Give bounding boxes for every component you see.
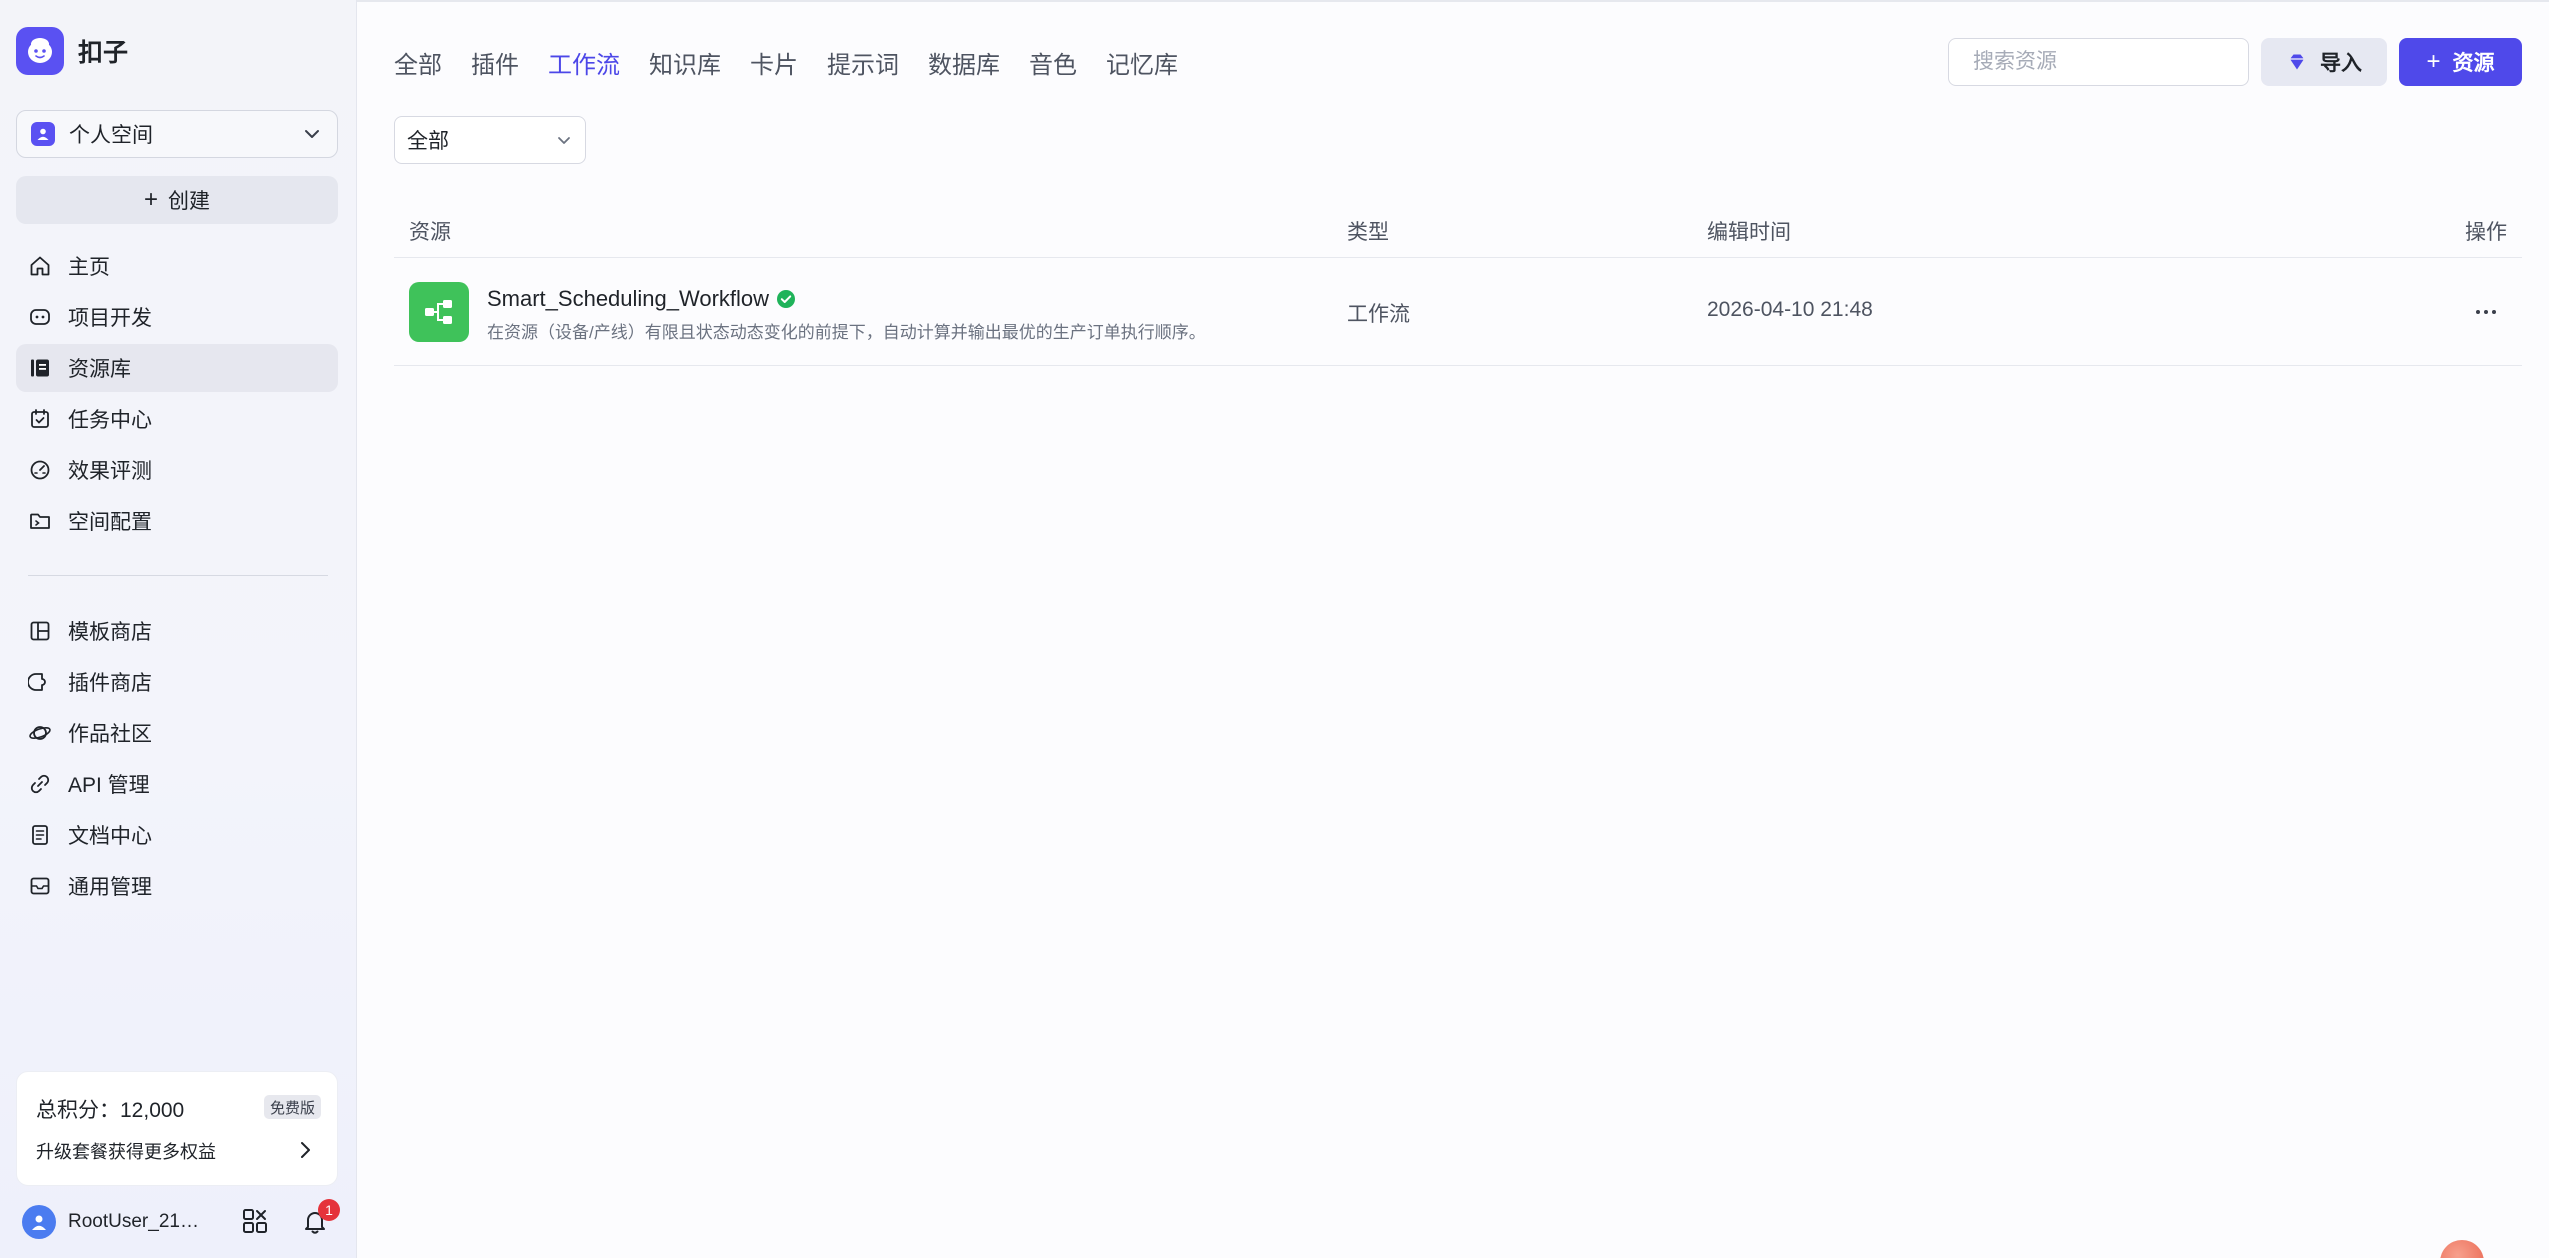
- brand[interactable]: 扣子: [16, 26, 128, 76]
- column-header-edited: 编辑时间: [1707, 221, 1791, 244]
- sidebar-item-label: 作品社区: [68, 723, 152, 746]
- space-label: 个人空间: [69, 124, 153, 147]
- search-input[interactable]: [1973, 50, 2244, 74]
- type-filter-select[interactable]: 全部: [394, 116, 586, 164]
- nav-divider: [28, 575, 328, 576]
- sidebar-item-label: 通用管理: [68, 876, 152, 899]
- sidebar-item-docs[interactable]: 文档中心: [16, 811, 338, 859]
- chevron-down-icon: [558, 137, 570, 144]
- sidebar-item-label: 主页: [68, 256, 110, 279]
- nav-primary: 主页 项目开发 资源库 任务中心 效果评测 空间配置: [16, 242, 338, 548]
- plan-badge: 免费版: [263, 1095, 321, 1119]
- tab-workflows[interactable]: 工作流: [548, 45, 620, 80]
- sidebar-item-api[interactable]: API 管理: [16, 760, 338, 808]
- person-icon: [31, 122, 55, 146]
- coze-logo-icon: [16, 27, 64, 75]
- nav-secondary: 模板商店 插件商店 作品社区 API 管理 文档中心 通用管理: [16, 607, 338, 913]
- doc-icon: [32, 825, 48, 845]
- plus-icon: +: [2426, 48, 2441, 75]
- sidebar-item-projects[interactable]: 项目开发: [16, 293, 338, 341]
- resource-type: 工作流: [1347, 303, 1410, 326]
- library-icon: [31, 359, 49, 377]
- create-button[interactable]: + 创建: [16, 176, 338, 224]
- sidebar-item-community[interactable]: 作品社区: [16, 709, 338, 757]
- credits-card: 总积分：12,000 免费版 升级套餐获得更多权益: [16, 1071, 338, 1186]
- gauge-icon: [30, 460, 50, 480]
- sidebar-item-home[interactable]: 主页: [16, 242, 338, 290]
- plugin-icon: [28, 673, 46, 691]
- resource-description: 在资源（设备/产线）有限且状态动态变化的前提下，自动计算并输出最优的生产订单执行…: [487, 323, 1206, 342]
- tab-plugins[interactable]: 插件: [471, 45, 519, 80]
- link-icon: [30, 774, 50, 794]
- user-bar: RootUser_2108... 1: [22, 1199, 342, 1240]
- search-box: [1948, 38, 2249, 86]
- sidebar-item-label: 效果评测: [68, 460, 152, 483]
- tab-memory[interactable]: 记忆库: [1106, 45, 1178, 80]
- filter-value: 全部: [407, 130, 449, 153]
- sidebar-item-label: 资源库: [68, 358, 131, 381]
- sidebar-item-space-config[interactable]: 空间配置: [16, 497, 338, 545]
- sidebar-item-label: 空间配置: [68, 511, 152, 534]
- tab-prompts[interactable]: 提示词: [827, 45, 899, 80]
- add-resource-button[interactable]: + 资源: [2399, 38, 2522, 86]
- verified-check-icon: [777, 290, 796, 308]
- tab-all[interactable]: 全部: [394, 45, 442, 80]
- sidebar-item-label: 插件商店: [68, 672, 152, 695]
- upgrade-link[interactable]: 升级套餐获得更多权益: [36, 1138, 216, 1164]
- sidebar-item-label: 项目开发: [68, 307, 152, 330]
- sidebar-item-label: 模板商店: [68, 621, 152, 644]
- apps-icon[interactable]: [240, 1206, 270, 1236]
- sidebar-item-plugin-store[interactable]: 插件商店: [16, 658, 338, 706]
- planet-icon: [29, 726, 51, 740]
- more-actions-icon[interactable]: [2472, 298, 2500, 326]
- avatar[interactable]: [22, 1205, 56, 1239]
- plus-icon: +: [143, 186, 158, 213]
- template-icon: [30, 621, 50, 641]
- sidebar-item-library[interactable]: 资源库: [16, 344, 338, 392]
- sidebar-item-evaluation[interactable]: 效果评测: [16, 446, 338, 494]
- resource-tabs: 全部 插件 工作流 知识库 卡片 提示词 数据库 音色 记忆库: [394, 44, 1207, 80]
- sidebar-item-tasks[interactable]: 任务中心: [16, 395, 338, 443]
- folder-config-icon: [30, 513, 50, 529]
- column-header-actions: 操作: [2465, 221, 2507, 244]
- tab-voices[interactable]: 音色: [1029, 45, 1077, 80]
- resource-name[interactable]: Smart_Scheduling_Workflow: [487, 286, 769, 312]
- create-label: 创建: [168, 190, 210, 213]
- resource-edited-time: 2026-04-10 21:48: [1707, 298, 1873, 321]
- sidebar-item-label: API 管理: [68, 774, 150, 797]
- column-header-resource: 资源: [409, 221, 451, 244]
- sidebar: 扣子 个人空间 + 创建 主页 项目开发 资源库 任务中心 效果评测 空间配置 …: [0, 0, 357, 1258]
- task-icon: [31, 409, 49, 428]
- resource-name-row: Smart_Scheduling_Workflow: [487, 286, 796, 312]
- workflow-icon: [409, 282, 469, 342]
- sidebar-item-general-admin[interactable]: 通用管理: [16, 862, 338, 910]
- credits-total: 总积分：12,000: [36, 1099, 185, 1122]
- tab-knowledge[interactable]: 知识库: [649, 45, 721, 80]
- table-header: 资源 类型 编辑时间 操作: [394, 206, 2522, 258]
- notification-count-badge: 1: [318, 1199, 340, 1221]
- table-row[interactable]: Smart_Scheduling_Workflow 在资源（设备/产线）有限且状…: [394, 258, 2522, 366]
- import-label: 导入: [2320, 52, 2362, 75]
- chevron-right-icon[interactable]: [295, 1140, 315, 1160]
- brand-name: 扣子: [78, 39, 129, 67]
- import-button[interactable]: 导入: [2261, 38, 2387, 86]
- top-border: [0, 0, 2549, 2]
- sidebar-item-template-store[interactable]: 模板商店: [16, 607, 338, 655]
- tab-databases[interactable]: 数据库: [928, 45, 1000, 80]
- project-icon: [30, 309, 50, 325]
- sidebar-item-label: 文档中心: [68, 825, 152, 848]
- notifications-button[interactable]: 1: [300, 1199, 340, 1236]
- diamond-icon: [2290, 54, 2304, 70]
- home-icon: [30, 256, 50, 276]
- add-resource-label: 资源: [2452, 52, 2495, 75]
- floating-assistant-button[interactable]: [2440, 1240, 2484, 1258]
- sidebar-item-label: 任务中心: [68, 409, 152, 432]
- inbox-icon: [30, 877, 50, 895]
- chevron-down-icon: [305, 130, 319, 138]
- space-selector[interactable]: 个人空间: [16, 110, 338, 158]
- tab-cards[interactable]: 卡片: [750, 45, 798, 80]
- column-header-type: 类型: [1347, 221, 1389, 244]
- user-name[interactable]: RootUser_2108...: [68, 1211, 208, 1233]
